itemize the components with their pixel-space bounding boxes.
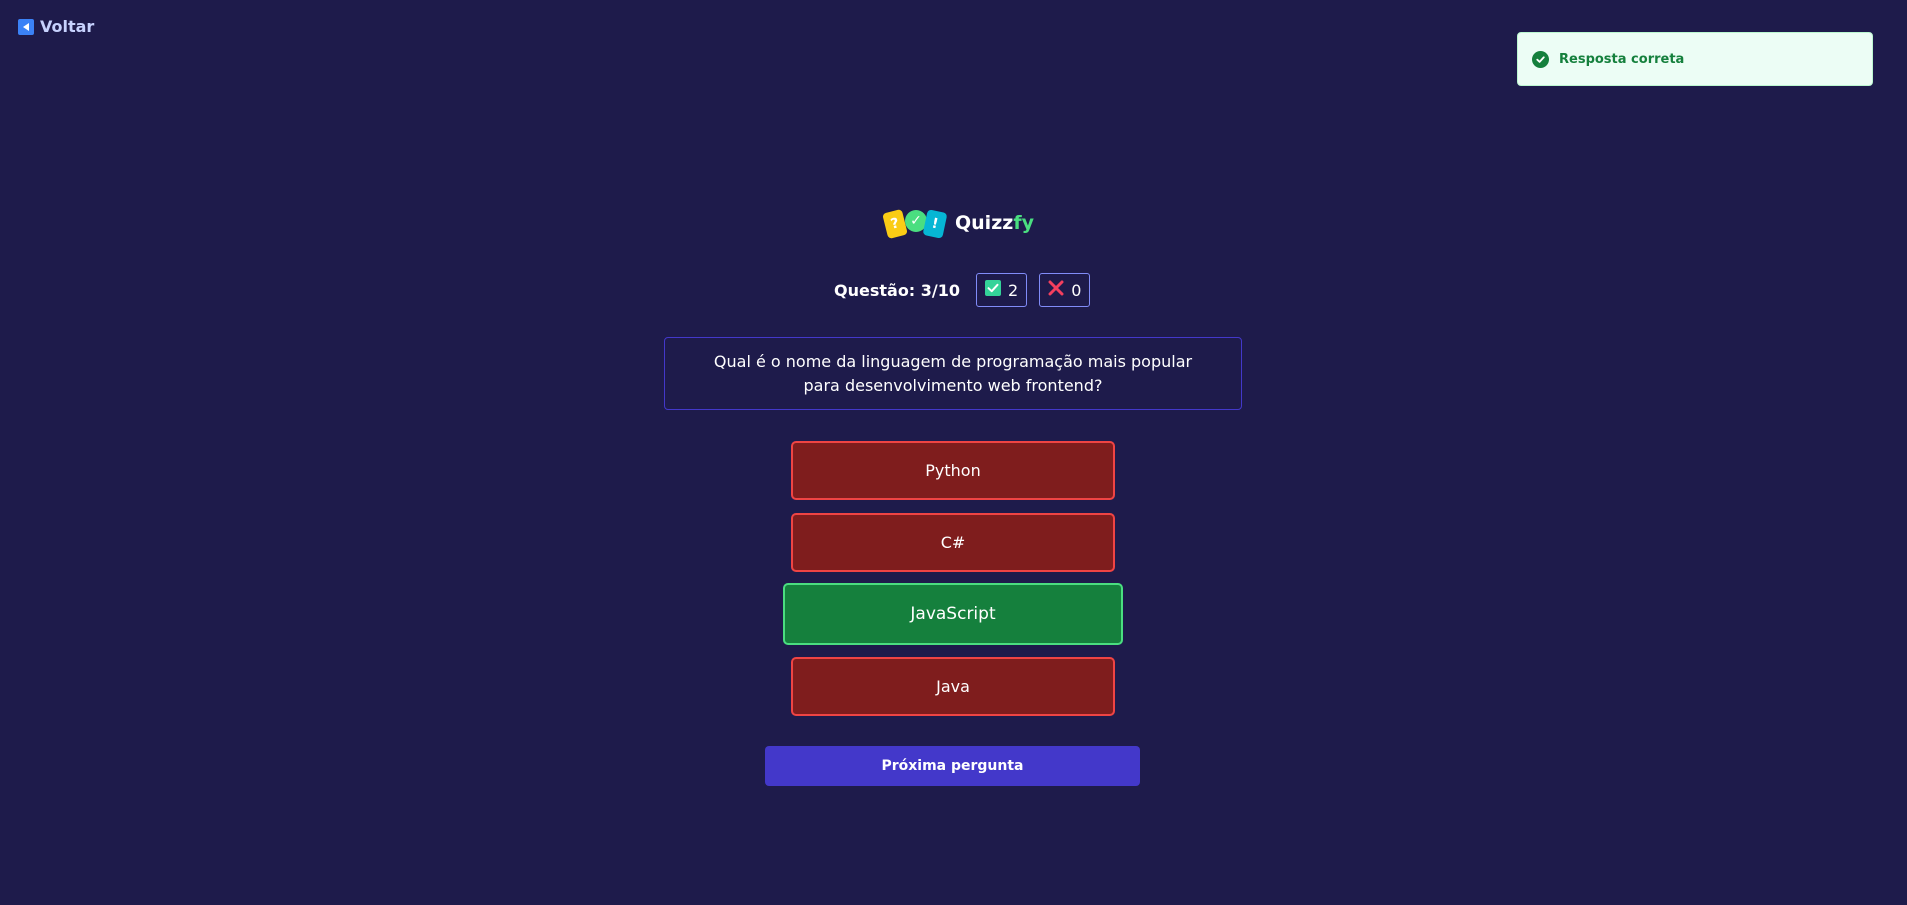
logo-text: Quizzfy — [955, 212, 1034, 234]
correct-count: 2 — [1008, 280, 1019, 300]
next-question-button[interactable]: Próxima pergunta — [765, 746, 1140, 786]
logo-text-main: Quizz — [955, 212, 1014, 234]
quiz-stats: Questão: 3/10 2 0 — [834, 273, 1091, 307]
question-counter: Questão: 3/10 — [834, 280, 961, 300]
check-box-icon — [985, 280, 1002, 300]
wrong-score-badge: 0 — [1039, 273, 1091, 307]
answer-option-python[interactable]: Python — [791, 441, 1115, 500]
question-card-icon: ? — [882, 208, 908, 240]
question-box: Qual é o nome da linguagem de programaçã… — [664, 337, 1242, 410]
answer-option-csharp[interactable]: C# — [791, 513, 1115, 572]
toast-message: Resposta correta — [1559, 51, 1685, 67]
logo-text-accent: fy — [1013, 212, 1034, 234]
check-circle-icon — [1532, 50, 1549, 68]
answer-option-javascript[interactable]: JavaScript — [783, 583, 1123, 645]
logo-cards-icon: ? ✓ ! — [882, 206, 948, 240]
wrong-count: 0 — [1071, 280, 1082, 300]
toast-notification: Resposta correta — [1517, 32, 1873, 86]
question-text: Qual é o nome da linguagem de programaçã… — [713, 351, 1193, 395]
back-label: Voltar — [40, 17, 95, 36]
correct-score-badge: 2 — [976, 273, 1028, 307]
answer-option-java[interactable]: Java — [791, 657, 1115, 716]
cross-icon — [1048, 280, 1064, 300]
logo: ? ✓ ! Quizzfy — [882, 206, 1034, 240]
back-arrow-icon — [18, 18, 34, 35]
back-button[interactable]: Voltar — [18, 17, 94, 36]
exclamation-card-icon: ! — [922, 209, 948, 239]
